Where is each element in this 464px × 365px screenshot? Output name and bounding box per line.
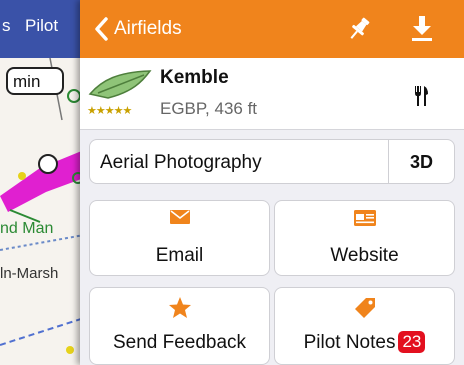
panel-header: Airfields: [80, 0, 464, 58]
airspace-line: [0, 317, 84, 346]
envelope-icon: [169, 210, 190, 224]
pilot-notes-label-row: Pilot Notes 23: [275, 331, 454, 354]
website-button[interactable]: Website: [274, 200, 455, 276]
3d-view-button[interactable]: 3D: [388, 140, 454, 183]
star-icon: [168, 297, 191, 318]
email-label: Email: [155, 245, 204, 266]
pilot-notes-label: Pilot Notes: [303, 332, 396, 353]
aerial-photography-row: Aerial Photography 3D: [89, 139, 455, 184]
pin-icon[interactable]: [346, 16, 372, 42]
email-button[interactable]: Email: [89, 200, 270, 276]
airfield-outline-icon: [88, 70, 152, 99]
map-time-label: min: [6, 67, 64, 95]
airfield-panel: Airfields Kemble ★★★★★ EGBP, 436 ft Aeri…: [80, 0, 464, 365]
rating-stars: ★★★★★: [87, 105, 132, 117]
map-background[interactable]: s Pilot min nd Man ln-Marsh: [0, 0, 84, 365]
back-button-label: Airfields: [114, 18, 182, 39]
aerial-photography-button[interactable]: Aerial Photography: [90, 140, 388, 183]
website-label: Website: [330, 245, 399, 266]
pilot-notes-button[interactable]: Pilot Notes 23: [274, 287, 455, 365]
back-button[interactable]: Airfields: [94, 13, 182, 45]
send-feedback-label: Send Feedback: [112, 332, 247, 353]
browser-window-icon: [353, 210, 376, 226]
map-place-label: nd Man: [0, 220, 54, 237]
download-icon[interactable]: [409, 14, 435, 42]
airfield-name: Kemble: [160, 67, 229, 88]
map-marker: [18, 172, 26, 180]
map-place-label: ln-Marsh: [0, 265, 59, 282]
airfield-info: EGBP, 436 ft: [160, 99, 258, 118]
map-obstacle-marker: [67, 89, 81, 103]
map-marker: [66, 346, 74, 354]
map-drawing: [0, 57, 84, 354]
airfield-summary[interactable]: Kemble ★★★★★ EGBP, 436 ft: [80, 58, 464, 130]
chevron-left-icon: [95, 17, 108, 41]
notes-count-badge: 23: [398, 331, 426, 353]
utensils-icon: [415, 86, 428, 106]
send-feedback-button[interactable]: Send Feedback: [89, 287, 270, 365]
waypoint-marker: [38, 154, 58, 174]
tag-icon: [354, 298, 375, 318]
